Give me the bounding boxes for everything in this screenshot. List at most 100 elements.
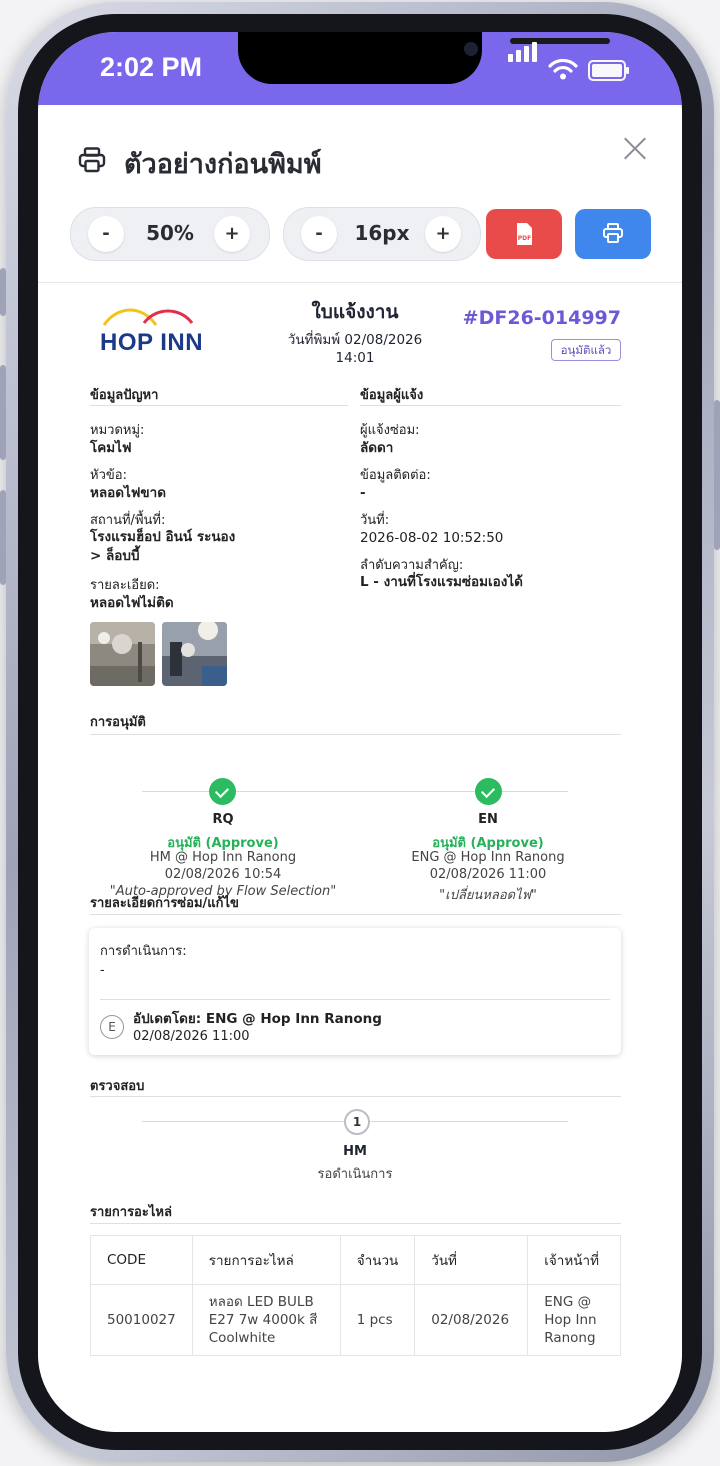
part-name-line: หลอด LED BULB (208, 1294, 314, 1310)
volume-down-button (0, 490, 6, 585)
inspection-status: รอดำเนินการ (317, 1167, 393, 1182)
action-label: การดำเนินการ: (100, 944, 187, 959)
detail-label: รายละเอียด: (90, 578, 160, 593)
approval-date: 02/08/2026 11:00 (429, 867, 547, 882)
side-button (0, 268, 6, 316)
part-name: หลอด LED BULB E27 7w 4000k สี Coolwhite (191, 1284, 341, 1356)
part-staff: ENG @ Hop Inn Ranong (527, 1284, 621, 1356)
status-time: 2:02 PM (100, 52, 203, 82)
reporter-value: ลัดดา (360, 440, 394, 456)
parts-table: CODE รายการอะไหล่ จำนวน วันที่ เจ้าหน้าท… (90, 1235, 621, 1356)
approval-timeline-line (142, 791, 568, 792)
divider (90, 1223, 621, 1224)
inspection-role: HM (343, 1144, 367, 1159)
part-name-line: E27 7w 4000k สี (208, 1312, 318, 1328)
inspection-section-heading: ตรวจสอบ (90, 1079, 145, 1094)
pdf-icon-label: PDF (518, 235, 531, 242)
part-quantity: 1 pcs (339, 1284, 416, 1356)
parts-section-heading: รายการอะไหล่ (90, 1205, 172, 1220)
date-value: 2026-08-02 10:52:50 (360, 530, 504, 546)
speaker-grille (510, 38, 610, 44)
detail-value: หลอดไฟไม่ติด (90, 595, 174, 611)
logo-arcs (102, 308, 194, 326)
zoom-control: - 50% + (70, 207, 270, 261)
approval-step-rq: RQ อนุมัติ (Approve) HM @ Hop Inn Ranong… (98, 812, 348, 902)
inspection-step-number: 1 (344, 1109, 370, 1135)
location-label: สถานที่/พื้นที่: (90, 513, 166, 528)
power-button (714, 400, 720, 550)
avatar: E (100, 1015, 124, 1039)
location-value-line-1: โรงแรมฮ็อป อินน์ ระนอง (90, 529, 236, 545)
divider (100, 999, 610, 1000)
wifi-icon (548, 58, 578, 80)
approval-code: RQ (212, 812, 234, 827)
table-header-row: CODE รายการอะไหล่ จำนวน วันที่ เจ้าหน้าท… (90, 1235, 621, 1285)
part-date: 02/08/2026 (414, 1284, 529, 1356)
photo-thumbnail (162, 622, 227, 686)
contact-label: ข้อมูลติดต่อ: (360, 468, 431, 483)
priority-label: ลำดับความสำคัญ: (360, 558, 464, 573)
screen: 2:02 PM ตัวอย่างก่อนพิมพ์ - 50% + - 16px… (38, 32, 682, 1432)
font-size-decrease-button[interactable]: - (301, 216, 337, 252)
close-icon[interactable] (622, 136, 648, 162)
divider (90, 914, 621, 915)
status-badge: อนุมัติแล้ว (551, 339, 621, 361)
staff-line: Ranong (544, 1330, 596, 1346)
font-size-increase-button[interactable]: + (425, 216, 461, 252)
attachment-photo[interactable] (162, 622, 227, 686)
approval-date: 02/08/2026 10:54 (164, 867, 282, 882)
approval-status: อนุมัติ (Approve) (432, 836, 544, 851)
camera-icon (464, 42, 478, 56)
divider (90, 1096, 621, 1097)
notch (238, 32, 610, 84)
zoom-value: 50% (146, 221, 194, 245)
approved-check-icon (209, 778, 236, 805)
reporter-label: ผู้แจ้งซ่อม: (360, 423, 420, 438)
zoom-out-button[interactable]: - (88, 216, 124, 252)
category-value: โคมไฟ (90, 440, 132, 456)
column-header: วันที่ (414, 1235, 529, 1285)
column-header: เจ้าหน้าที่ (527, 1235, 621, 1285)
divider (360, 405, 621, 406)
approved-check-icon (475, 778, 502, 805)
approval-note: "เปลี่ยนหลอดไฟ" (439, 888, 537, 903)
print-date: วันที่พิมพ์ 02/08/2026 14:01 (268, 331, 442, 367)
staff-line: ENG @ (544, 1294, 592, 1310)
topic-label: หัวข้อ: (90, 468, 127, 483)
print-date-line-2: 14:01 (335, 350, 375, 366)
status-bar: 2:02 PM (38, 32, 682, 105)
reporter-section-heading: ข้อมูลผู้แจ้ง (360, 388, 424, 403)
problem-section-heading: ข้อมูลปัญหา (90, 388, 159, 403)
pdf-file-icon: PDF (517, 223, 532, 245)
logo-text: HOP INN (100, 329, 204, 356)
divider (90, 405, 348, 406)
divider (90, 734, 621, 735)
approval-status: อนุมัติ (Approve) (167, 836, 279, 851)
topic-value: หลอดไฟขาด (90, 485, 166, 501)
modal-title: ตัวอย่างก่อนพิมพ์ (124, 149, 322, 180)
approval-step-en: EN อนุมัติ (Approve) ENG @ Hop Inn Ranon… (363, 812, 613, 903)
approver: ENG @ Hop Inn Ranong (411, 850, 565, 865)
action-value: - (100, 963, 105, 978)
printer-icon (603, 223, 623, 243)
attachment-photo[interactable] (90, 622, 155, 686)
repair-section-heading: รายละเอียดการซ่อม/แก้ไข (90, 896, 239, 911)
date-label: วันที่: (360, 513, 390, 528)
document-number: #DF26-014997 (462, 307, 621, 329)
approval-code: EN (478, 812, 498, 827)
location-value-line-2: > ล็อบบี้ (90, 548, 140, 564)
updated-by: อัปเดตโดย: ENG @ Hop Inn Ranong (133, 1011, 382, 1027)
zoom-in-button[interactable]: + (214, 216, 250, 252)
print-button[interactable] (575, 209, 651, 259)
photo-thumbnail (90, 622, 155, 686)
staff-line: Hop Inn (544, 1312, 597, 1328)
part-code: 50010027 (90, 1284, 193, 1356)
volume-up-button (0, 365, 6, 460)
pdf-export-button[interactable]: PDF (486, 209, 562, 259)
column-header: CODE (90, 1235, 193, 1285)
font-size-value: 16px (354, 221, 410, 245)
repair-card: การดำเนินการ: - E อัปเดตโดย: ENG @ Hop I… (89, 928, 621, 1055)
part-name-line: Coolwhite (208, 1330, 276, 1346)
updated-at: 02/08/2026 11:00 (133, 1029, 250, 1044)
table-row: 50010027 หลอด LED BULB E27 7w 4000k สี C… (90, 1284, 621, 1356)
